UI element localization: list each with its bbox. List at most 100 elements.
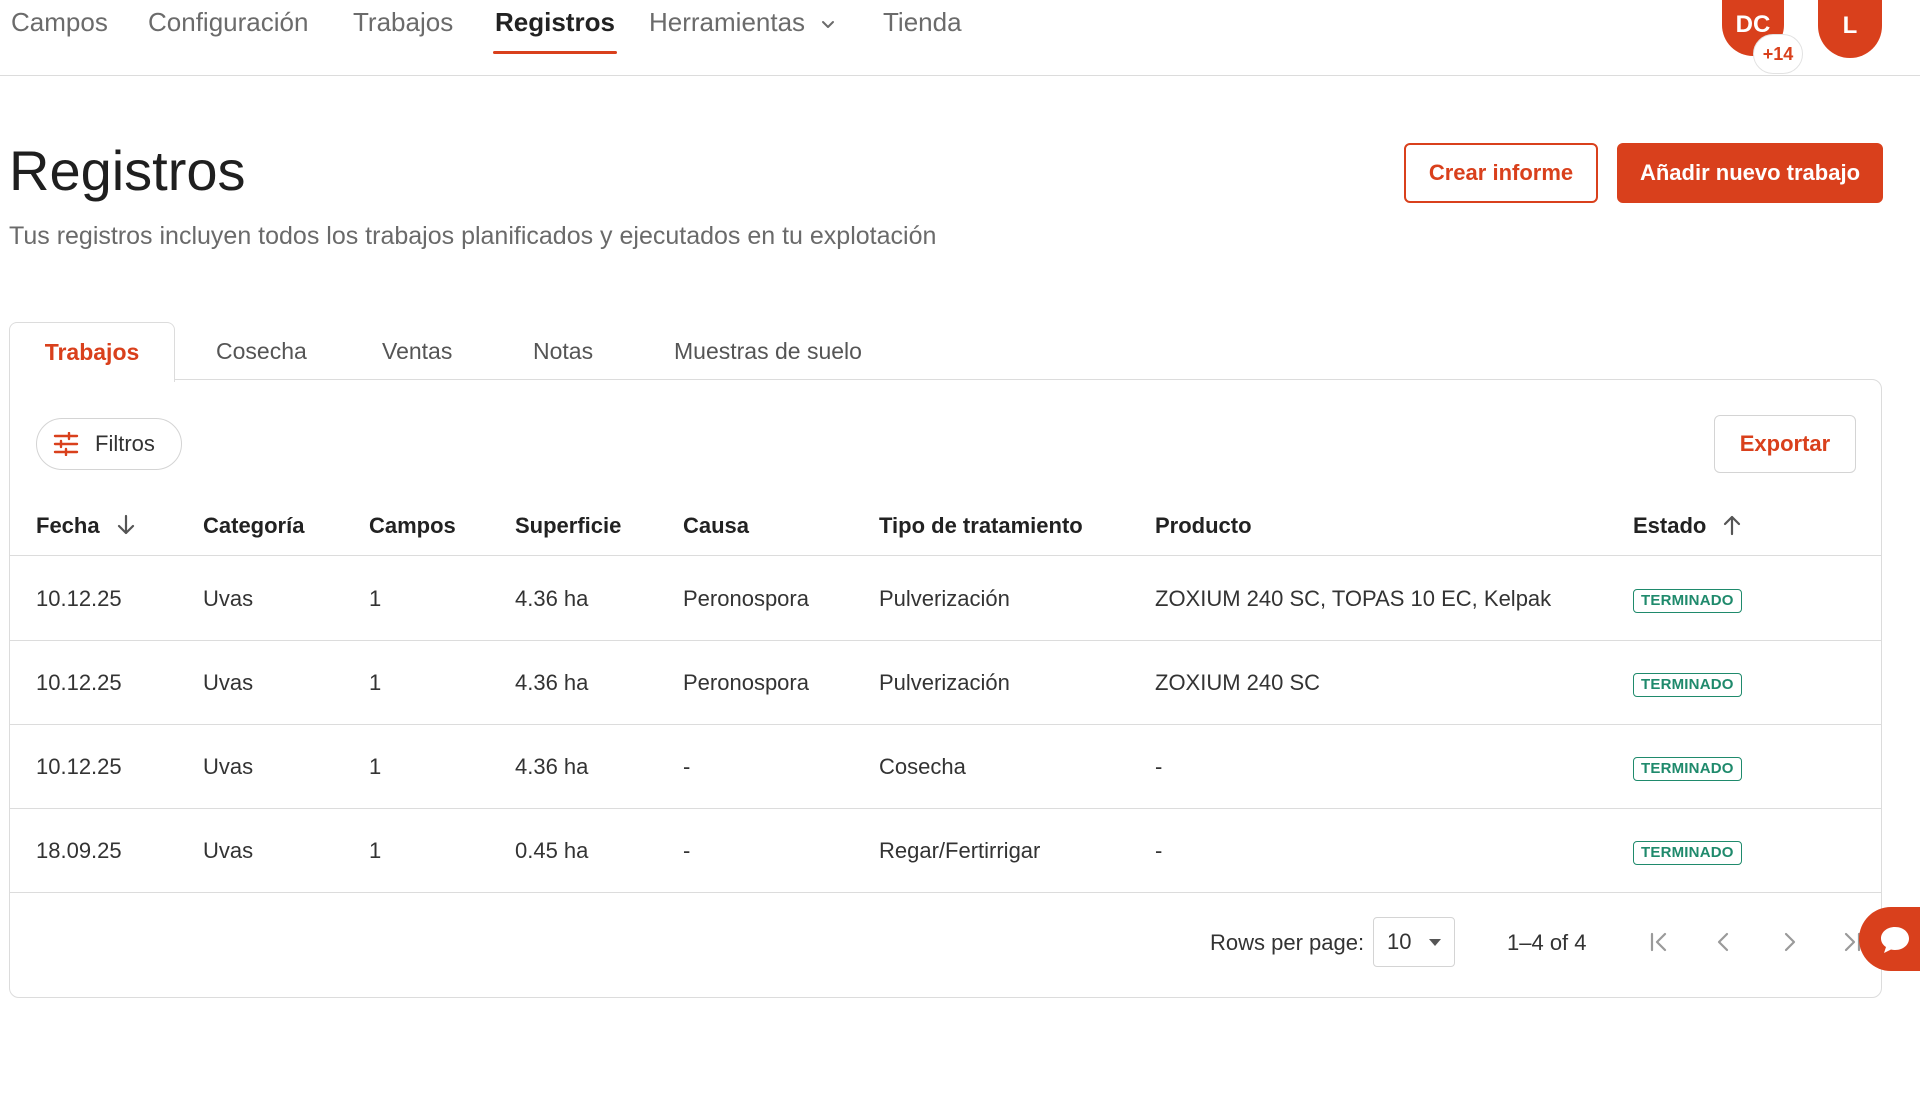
tab-ventas[interactable]: Ventas <box>382 322 452 380</box>
page-subtitle: Tus registros incluyen todos los trabajo… <box>9 222 937 250</box>
cell-categoria: Uvas <box>203 838 254 863</box>
tab-muestras-de-suelo[interactable]: Muestras de suelo <box>674 322 862 380</box>
cell-categoria: Uvas <box>203 670 254 695</box>
table-row[interactable]: 18.09.25 Uvas 1 0.45 ha - Regar/Fertirri… <box>10 809 1881 893</box>
chat-support-button[interactable] <box>1859 907 1920 971</box>
first-page-icon <box>1650 932 1667 952</box>
tab-label: Trabajos <box>44 339 140 365</box>
nav-item-label: Campos <box>11 7 108 37</box>
nav-item-label: Trabajos <box>353 7 454 37</box>
add-new-job-button[interactable]: Añadir nuevo trabajo <box>1617 143 1883 203</box>
cell-superficie: 4.36 ha <box>515 586 589 611</box>
column-header-fecha[interactable]: Fecha <box>36 496 136 556</box>
tab-notas[interactable]: Notas <box>533 322 593 380</box>
arrow-down-icon <box>117 515 134 535</box>
tab-label: Muestras de suelo <box>674 338 862 364</box>
table-row[interactable]: 10.12.25 Uvas 1 4.36 ha - Cosecha - TERM… <box>10 725 1881 809</box>
page-range-text: 1–4 of 4 <box>1507 930 1587 955</box>
tab-label: Notas <box>533 338 594 364</box>
nav-item-tienda[interactable]: Tienda <box>883 4 962 54</box>
next-page-button[interactable] <box>1767 920 1811 964</box>
chevron-left-icon <box>1717 932 1729 952</box>
cell-tipo-de-tratamiento: Regar/Fertirrigar <box>879 838 1041 863</box>
table-row[interactable]: 10.12.25 Uvas 1 4.36 ha Peronospora Pulv… <box>10 641 1881 725</box>
cell-tipo-de-tratamiento: Pulverización <box>879 586 1010 611</box>
column-header-producto[interactable]: Producto <box>1155 496 1252 556</box>
column-header-label: Campos <box>369 513 456 538</box>
chevron-right-icon <box>1784 932 1796 952</box>
column-header-label: Fecha <box>36 513 100 538</box>
cell-tipo-de-tratamiento: Pulverización <box>879 670 1010 695</box>
column-header-tipo-de-tratamiento[interactable]: Tipo de tratamiento <box>879 496 1083 556</box>
cell-producto: ZOXIUM 240 SC, TOPAS 10 EC, Kelpak <box>1155 586 1552 611</box>
previous-page-button[interactable] <box>1702 920 1746 964</box>
cell-tipo-de-tratamiento: Cosecha <box>879 754 966 779</box>
filters-button[interactable]: Filtros <box>36 418 182 470</box>
table-header: Fecha Categoría Campos Superficie Causa … <box>10 496 1881 556</box>
column-header-label: Tipo de tratamiento <box>879 513 1083 538</box>
nav-item-herramientas[interactable]: Herramientas <box>649 4 836 54</box>
tab-trabajos[interactable]: Trabajos <box>9 322 175 382</box>
column-header-estado[interactable]: Estado <box>1633 496 1742 556</box>
cell-producto: ZOXIUM 240 SC <box>1155 670 1321 695</box>
nav-item-configuracion[interactable]: Configuración <box>148 4 308 54</box>
create-report-button[interactable]: Crear informe <box>1404 143 1598 203</box>
nav-item-registros[interactable]: Registros <box>493 4 617 54</box>
top-navigation: Campos Configuración Trabajos Registros … <box>0 0 1920 76</box>
nav-item-label: Registros <box>495 7 615 37</box>
status-badge: TERMINADO <box>1633 673 1742 697</box>
column-header-label: Causa <box>683 513 750 538</box>
page-title: Registros <box>9 139 246 202</box>
cell-superficie: 4.36 ha <box>515 754 589 779</box>
cell-causa: Peronospora <box>683 670 809 695</box>
cell-causa: - <box>683 838 691 863</box>
cell-superficie: 4.36 ha <box>515 670 589 695</box>
nav-item-label: Configuración <box>148 7 309 37</box>
chevron-down-icon <box>822 21 835 29</box>
caret-down-icon <box>1429 939 1441 946</box>
column-header-causa[interactable]: Causa <box>683 496 749 556</box>
column-header-superficie[interactable]: Superficie <box>515 496 621 556</box>
avatar-initials: DC <box>1735 11 1771 38</box>
nav-item-trabajos[interactable]: Trabajos <box>353 4 453 54</box>
avatar-user[interactable]: L <box>1818 0 1882 58</box>
cell-causa: Peronospora <box>683 586 809 611</box>
arrow-up-icon <box>1724 516 1741 536</box>
cell-superficie: 0.45 ha <box>515 838 589 863</box>
column-header-label: Superficie <box>515 513 622 538</box>
pagination-footer: Rows per page: 10 1–4 of 4 <box>10 898 1881 998</box>
status-badge: TERMINADO <box>1633 757 1742 781</box>
column-header-categoria[interactable]: Categoría <box>203 496 304 556</box>
cell-campos: 1 <box>369 838 382 863</box>
cell-categoria: Uvas <box>203 754 254 779</box>
status-badge: TERMINADO <box>1633 589 1742 613</box>
cell-campos: 1 <box>369 670 382 695</box>
avatar-initials: L <box>1842 12 1858 39</box>
status-badge: TERMINADO <box>1633 841 1742 865</box>
cell-categoria: Uvas <box>203 586 254 611</box>
nav-item-label: Herramientas <box>649 7 806 37</box>
first-page-button[interactable] <box>1637 920 1681 964</box>
rows-per-page-value: 10 <box>1387 929 1412 954</box>
table-row[interactable]: 10.12.25 Uvas 1 4.36 ha Peronospora Pulv… <box>10 557 1881 641</box>
column-header-campos[interactable]: Campos <box>369 496 456 556</box>
cell-causa: - <box>683 754 691 779</box>
tab-cosecha[interactable]: Cosecha <box>216 322 307 380</box>
cell-fecha: 10.12.25 <box>36 586 122 611</box>
cell-campos: 1 <box>369 586 382 611</box>
chat-bubble-icon <box>1881 927 1909 953</box>
cell-fecha: 10.12.25 <box>36 754 122 779</box>
filters-label: Filtros <box>95 431 155 456</box>
nav-item-campos[interactable]: Campos <box>11 4 108 54</box>
cell-producto: - <box>1155 754 1163 779</box>
avatar-extra-count[interactable]: +14 <box>1753 34 1803 74</box>
column-header-label: Categoría <box>203 513 305 538</box>
tab-label: Ventas <box>382 338 453 364</box>
cell-fecha: 18.09.25 <box>36 838 122 863</box>
rows-per-page-label: Rows per page: <box>1210 930 1365 955</box>
cell-producto: - <box>1155 838 1163 863</box>
filter-sliders-icon <box>53 432 79 456</box>
rows-per-page-select[interactable]: 10 <box>1373 917 1455 967</box>
export-button[interactable]: Exportar <box>1714 415 1856 473</box>
column-header-label: Estado <box>1633 513 1707 538</box>
